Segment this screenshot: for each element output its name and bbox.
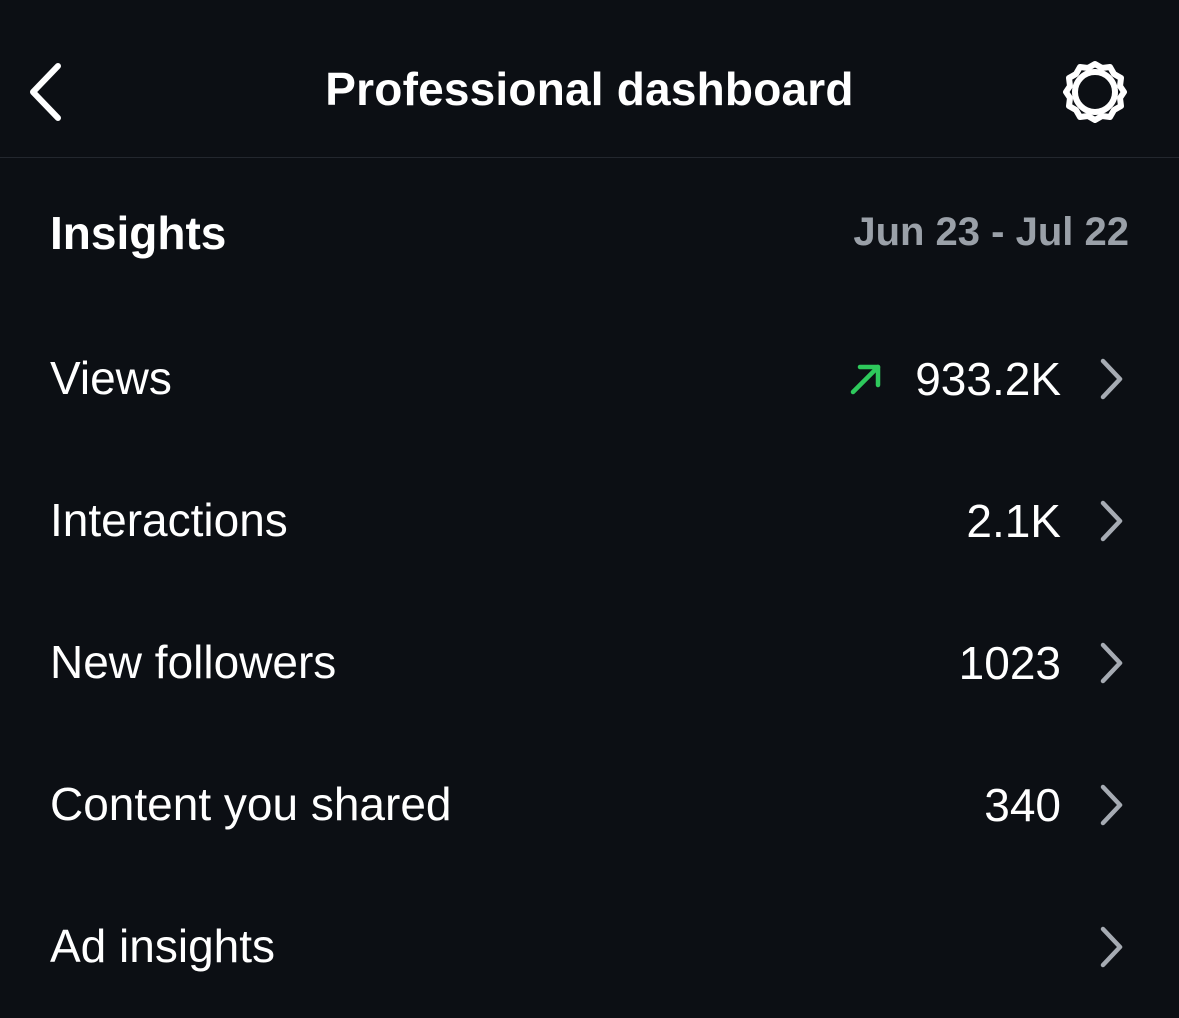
chevron-right-icon bbox=[1097, 641, 1125, 685]
gear-icon bbox=[1063, 61, 1127, 123]
chevron-right-icon bbox=[1097, 499, 1125, 543]
page-title: Professional dashboard bbox=[325, 63, 854, 115]
insights-list: Views 933.2K Interactions 2.1K New follo… bbox=[0, 307, 1179, 1017]
section-title: Insights bbox=[50, 207, 227, 259]
row-value: 340 bbox=[984, 779, 1061, 831]
insights-header: Insights Jun 23 - Jul 22 bbox=[50, 206, 1129, 266]
row-value: 2.1K bbox=[966, 495, 1061, 547]
row-new-followers[interactable]: New followers 1023 bbox=[0, 591, 1179, 733]
row-right: 933.2K bbox=[847, 351, 1125, 407]
row-interactions[interactable]: Interactions 2.1K bbox=[0, 449, 1179, 591]
row-right: 1023 bbox=[959, 635, 1125, 691]
row-right: 340 bbox=[984, 777, 1125, 833]
row-ad-insights[interactable]: Ad insights bbox=[0, 875, 1179, 1017]
date-range[interactable]: Jun 23 - Jul 22 bbox=[853, 210, 1129, 255]
row-views[interactable]: Views 933.2K bbox=[0, 307, 1179, 449]
row-value: 933.2K bbox=[915, 353, 1061, 405]
chevron-right-icon bbox=[1097, 357, 1125, 401]
settings-button[interactable] bbox=[1056, 56, 1134, 128]
row-value: 1023 bbox=[958, 637, 1061, 689]
row-label: Interactions bbox=[50, 494, 288, 546]
chevron-right-icon bbox=[1097, 925, 1125, 969]
row-right bbox=[1097, 919, 1125, 975]
row-label: New followers bbox=[50, 636, 337, 688]
row-label: Ad insights bbox=[50, 920, 276, 972]
trend-up-icon bbox=[847, 360, 885, 398]
row-right: 2.1K bbox=[966, 493, 1125, 549]
chevron-right-icon bbox=[1097, 783, 1125, 827]
row-content-you-shared[interactable]: Content you shared 340 bbox=[0, 733, 1179, 875]
row-label: Views bbox=[50, 352, 172, 404]
row-label: Content you shared bbox=[50, 778, 452, 830]
top-bar: Professional dashboard bbox=[0, 0, 1179, 158]
